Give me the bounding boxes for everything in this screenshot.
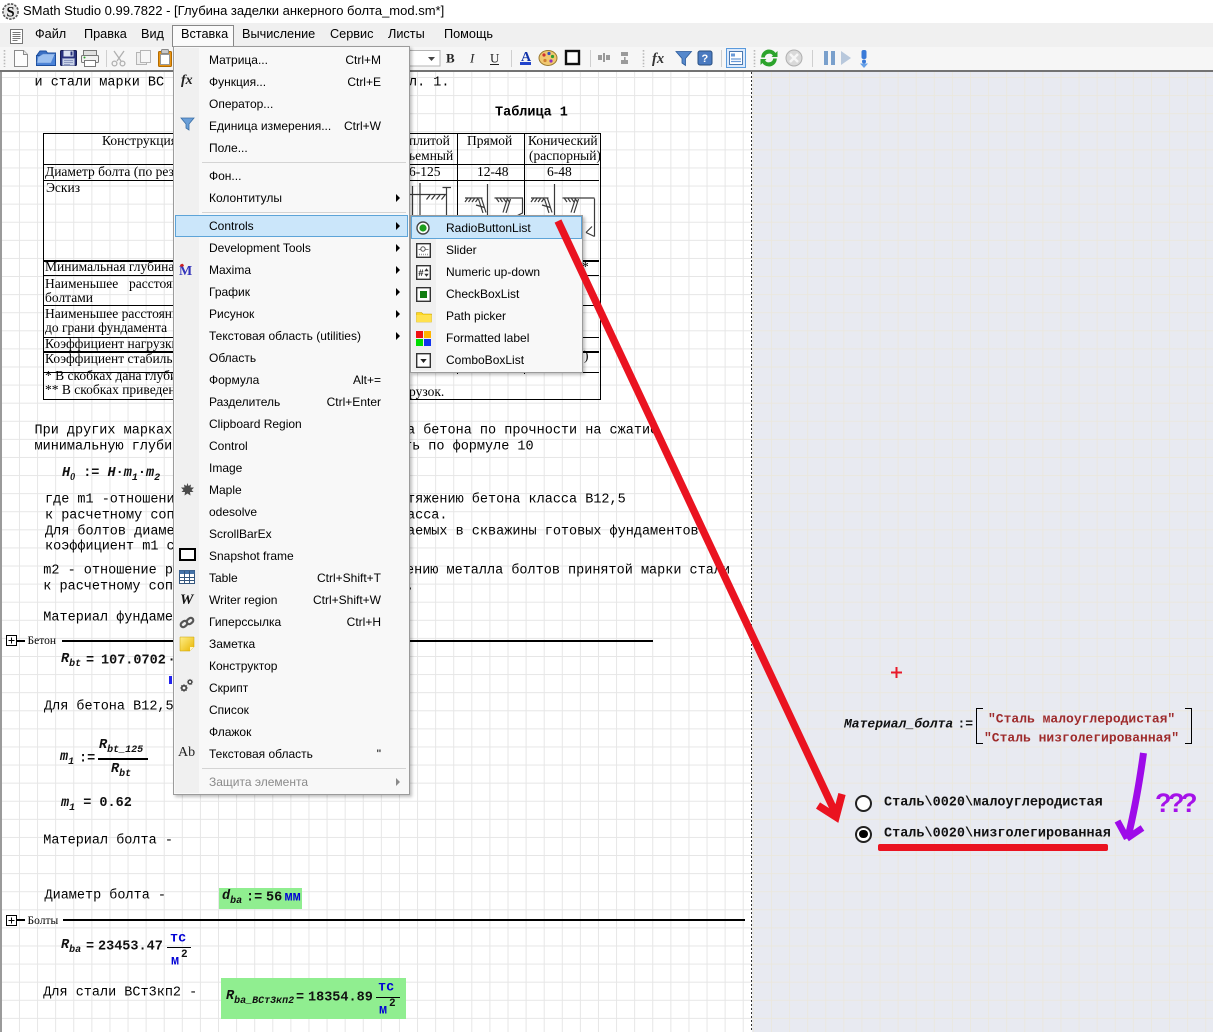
- svg-text:???: ???: [1155, 788, 1196, 818]
